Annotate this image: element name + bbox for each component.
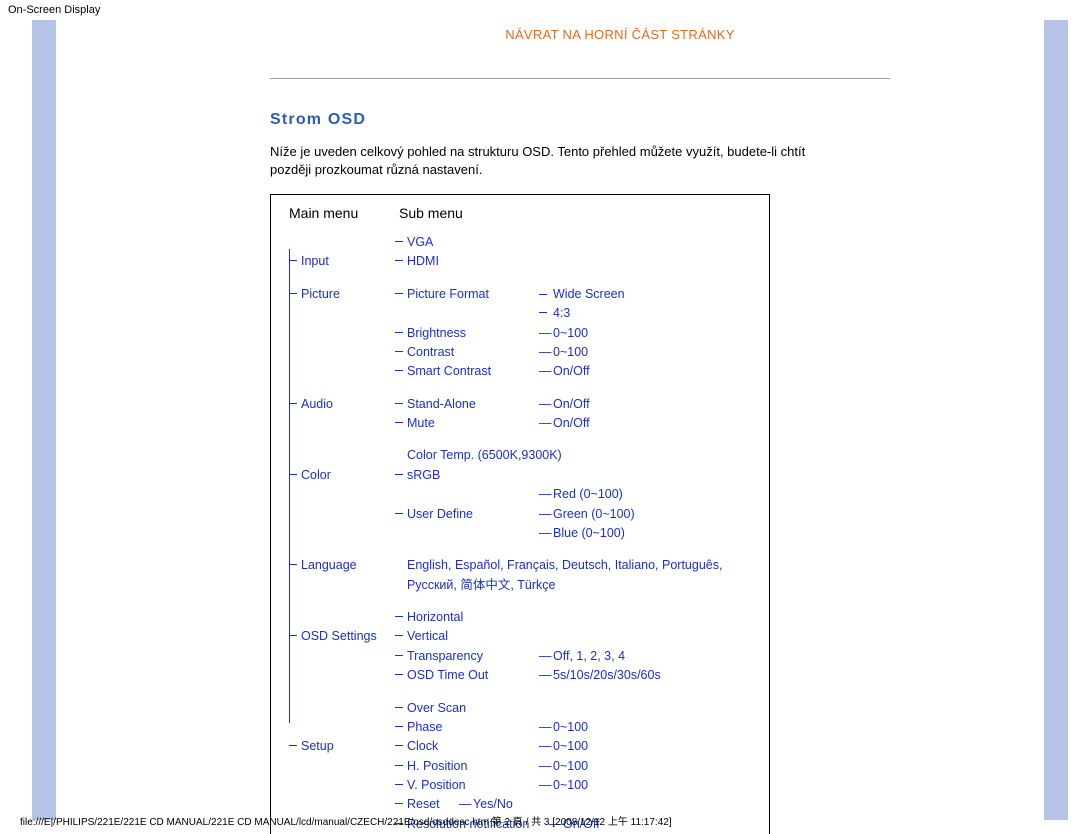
sub-lang-list-1: English, Español, Français, Deutsch, Ita… [393,556,723,575]
left-stripe [32,20,56,820]
sub-lang-list-2: Русский, 简体中文, Türkçe [393,576,723,595]
main-picture: Picture [289,285,393,304]
sub-transparency: Transparency [393,647,543,666]
main-color: Color [289,466,393,485]
sub-mute: Mute [393,414,543,433]
main-osd-settings: OSD Settings [289,627,393,646]
main-audio: Audio [289,395,393,414]
val-mute: On/Off [543,414,757,433]
val-smart-contrast: On/Off [543,362,757,381]
val-phase: 0~100 [543,718,757,737]
sub-h-position: H. Position [393,757,543,776]
val-clock: 0~100 [543,737,757,756]
right-stripe [1044,20,1068,820]
sub-phase: Phase [393,718,543,737]
main-language: Language [289,556,393,575]
sub-stand-alone: Stand-Alone [393,395,543,414]
back-to-top-link[interactable]: NÁVRAT NA HORNÍ ČÁST STRÁNKY [505,27,734,42]
sub-smart-contrast: Smart Contrast [393,362,543,381]
sub-picture-format: Picture Format [393,285,543,304]
intro-text: Níže je uveden celkový pohled na struktu… [270,143,830,178]
footer-path: file:///E|/PHILIPS/221E/221E CD MANUAL/2… [20,813,672,828]
sub-reset: Reset [393,795,463,814]
rule [270,78,890,79]
sub-overscan: Over Scan [393,699,543,718]
sub-vga: VGA [393,233,543,252]
val-v-position: 0~100 [543,776,757,795]
val-stand-alone: On/Off [543,395,757,414]
val-blue: Blue (0~100) [543,524,757,543]
section-title: Strom OSD [270,111,970,129]
col-sub-menu: Sub menu [399,205,463,221]
val-transparency: Off, 1, 2, 3, 4 [543,647,757,666]
val-reset: Yes/No [463,795,757,814]
val-contrast: 0~100 [543,343,757,362]
sub-v-position: V. Position [393,776,543,795]
sub-osd-timeout: OSD Time Out [393,666,543,685]
osd-tree-box: Main menu Sub menu . VGA Input HDMI Pict… [270,194,770,834]
main-setup: Setup [289,737,393,756]
val-osd-timeout: 5s/10s/20s/30s/60s [543,666,757,685]
sub-srgb: sRGB [393,466,543,485]
sub-contrast: Contrast [393,343,543,362]
main-input: Input [289,252,393,271]
val-brightness: 0~100 [543,324,757,343]
sub-horizontal: Horizontal [393,608,543,627]
col-main-menu: Main menu [289,205,399,221]
val-red: Red (0~100) [543,485,757,504]
page-header: On-Screen Display [0,0,1080,16]
sub-hdmi: HDMI [393,252,543,271]
val-green: Green (0~100) [543,505,757,524]
val-wide-screen: Wide Screen 4:3 [543,285,757,324]
sub-brightness: Brightness [393,324,543,343]
sub-clock: Clock [393,737,543,756]
sub-user-define: User Define [393,505,543,524]
val-h-position: 0~100 [543,757,757,776]
sub-vertical: Vertical [393,627,543,646]
sub-color-temp: Color Temp. (6500K,9300K) [393,446,653,465]
